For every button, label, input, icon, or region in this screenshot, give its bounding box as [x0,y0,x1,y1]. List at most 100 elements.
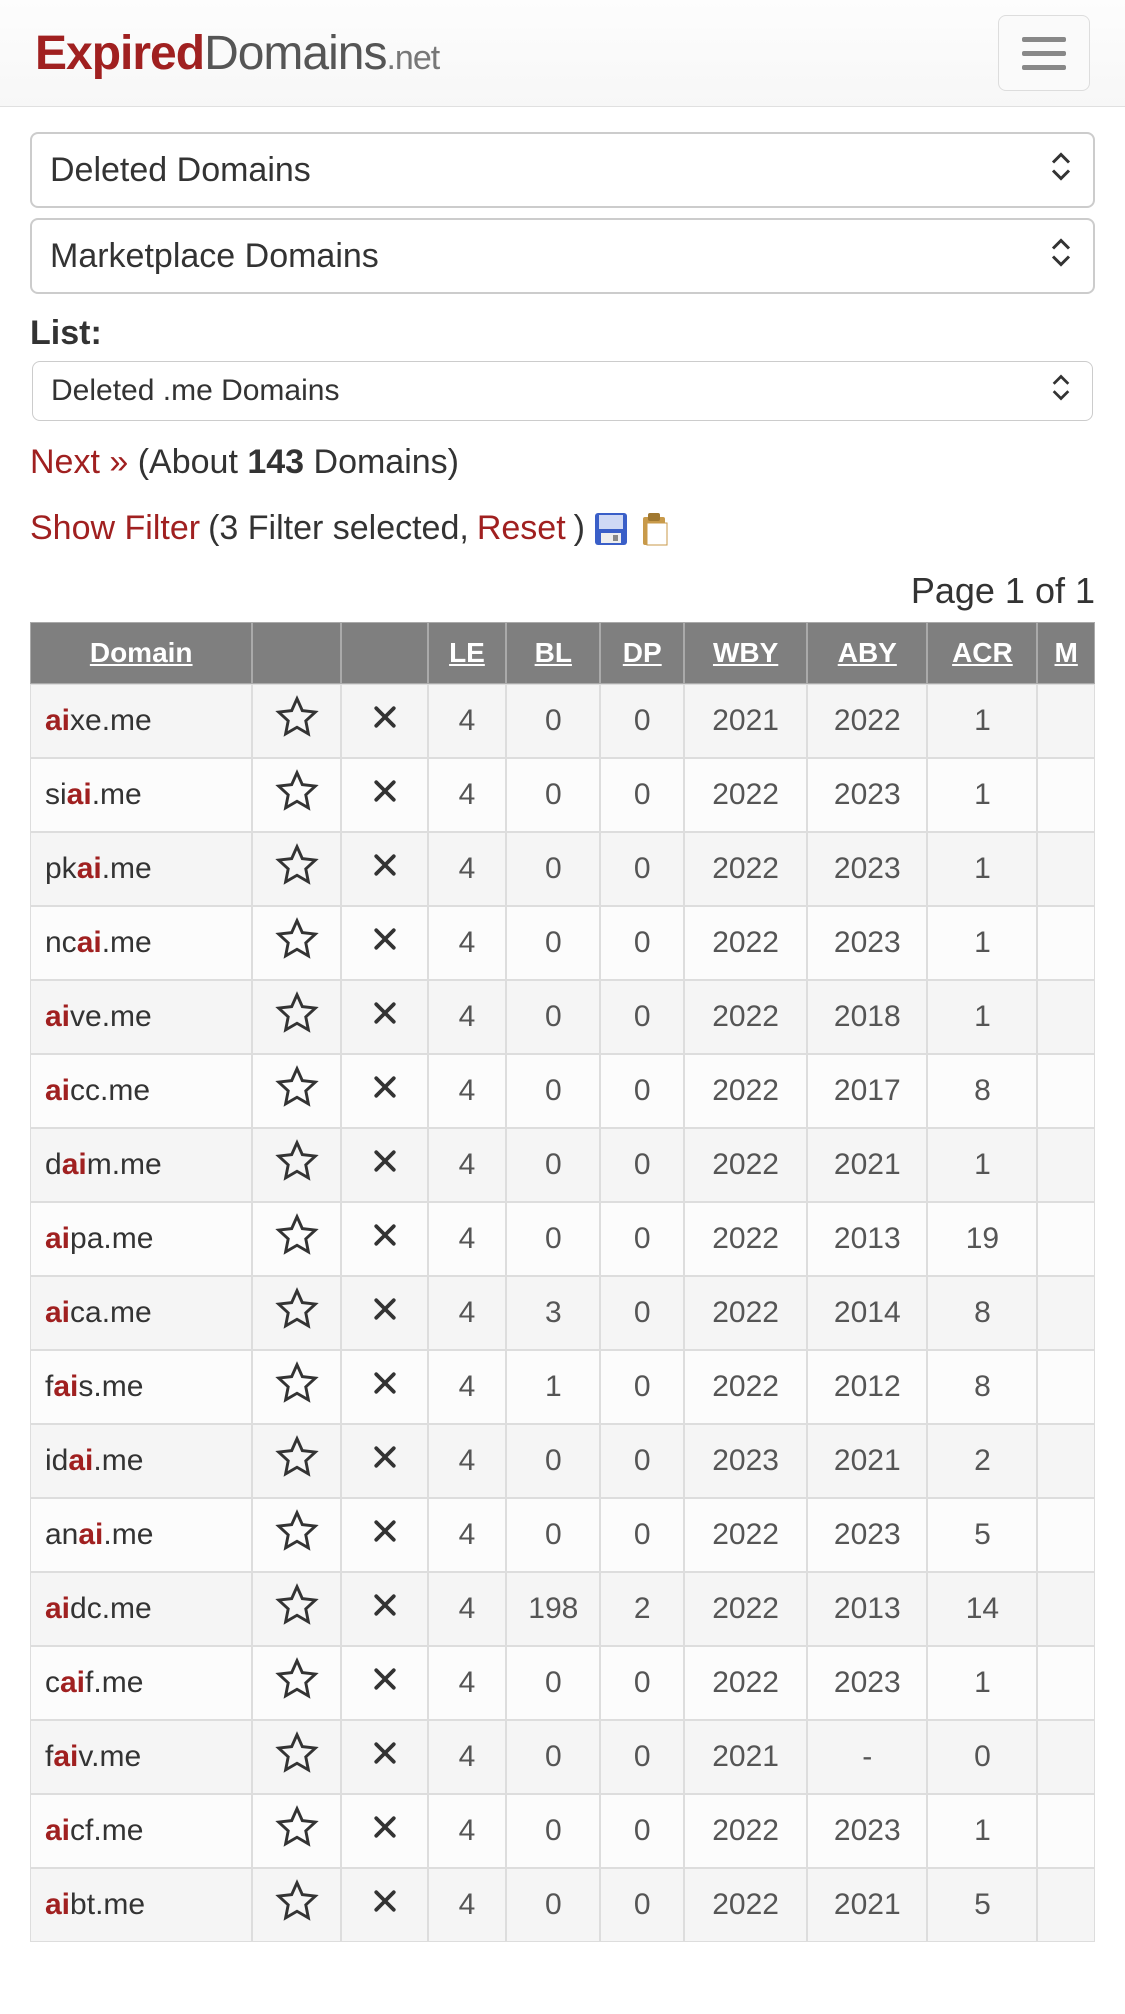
remove-x-button[interactable] [341,1572,427,1646]
remove-x-button[interactable] [341,1128,427,1202]
watchlist-star-button[interactable] [252,1350,341,1424]
domain-post: xe [70,704,102,737]
next-page-link[interactable]: Next » [30,443,128,481]
wby-cell: 2022 [684,1350,807,1424]
watchlist-star-button[interactable] [252,1498,341,1572]
domain-cell[interactable]: aicf.me [30,1794,252,1868]
save-disk-icon[interactable] [593,511,629,547]
watchlist-star-button[interactable] [252,980,341,1054]
remove-x-button[interactable] [341,1054,427,1128]
table-row: aixe.me400202120221 [30,684,1095,758]
domain-highlight: ai [67,778,92,811]
domain-tld: .me [103,1518,153,1551]
remove-x-button[interactable] [341,1646,427,1720]
domain-highlight: ai [45,1000,70,1033]
remove-x-button[interactable] [341,1498,427,1572]
hamburger-menu-button[interactable] [998,15,1090,91]
domain-cell[interactable]: idai.me [30,1424,252,1498]
domain-cell[interactable]: aibt.me [30,1868,252,1942]
col-header-le[interactable]: LE [428,622,507,684]
col-header-acr[interactable]: ACR [927,622,1037,684]
table-row: aidc.me419822022201314 [30,1572,1095,1646]
domain-cell[interactable]: anai.me [30,1498,252,1572]
table-row: idai.me400202320212 [30,1424,1095,1498]
watchlist-star-button[interactable] [252,1276,341,1350]
domain-post: pa [70,1222,103,1255]
remove-x-button[interactable] [341,906,427,980]
le-cell: 4 [428,1794,507,1868]
acr-cell: 8 [927,1054,1037,1128]
dp-cell: 0 [600,1054,684,1128]
domain-cell[interactable]: siai.me [30,758,252,832]
domain-tld: .me [93,1444,143,1477]
list-select[interactable]: Deleted .me Domains [32,361,1093,421]
remove-x-button[interactable] [341,1350,427,1424]
mm-cell [1037,1350,1095,1424]
show-filter-link[interactable]: Show Filter [30,509,200,548]
domain-cell[interactable]: faiv.me [30,1720,252,1794]
domain-cell[interactable]: caif.me [30,1646,252,1720]
domain-cell[interactable]: aidc.me [30,1572,252,1646]
bl-cell: 0 [506,684,600,758]
mm-cell [1037,980,1095,1054]
acr-cell: 1 [927,684,1037,758]
aby-cell: 2021 [807,1868,927,1942]
remove-x-button[interactable] [341,832,427,906]
col-header-bl[interactable]: BL [506,622,600,684]
clipboard-icon[interactable] [637,511,673,547]
domain-cell[interactable]: aixe.me [30,684,252,758]
remove-x-button[interactable] [341,1202,427,1276]
domain-cell[interactable]: ncai.me [30,906,252,980]
domain-cell[interactable]: aicc.me [30,1054,252,1128]
col-header-domain[interactable]: Domain [30,622,252,684]
domain-cell[interactable]: aica.me [30,1276,252,1350]
watchlist-star-button[interactable] [252,1868,341,1942]
remove-x-button[interactable] [341,684,427,758]
domain-cell[interactable]: aive.me [30,980,252,1054]
watchlist-star-button[interactable] [252,906,341,980]
watchlist-star-button[interactable] [252,1720,341,1794]
remove-x-button[interactable] [341,1868,427,1942]
col-header-mm[interactable]: M [1037,622,1095,684]
table-row: fais.me410202220128 [30,1350,1095,1424]
watchlist-star-button[interactable] [252,1128,341,1202]
remove-x-button[interactable] [341,1276,427,1350]
domain-highlight: ai [53,1370,78,1403]
remove-x-button[interactable] [341,1720,427,1794]
domain-tld: .me [102,1296,152,1329]
marketplace-domains-select[interactable]: Marketplace Domains [30,218,1095,294]
watchlist-star-button[interactable] [252,832,341,906]
domain-cell[interactable]: pkai.me [30,832,252,906]
wby-cell: 2022 [684,832,807,906]
dp-cell: 0 [600,1350,684,1424]
remove-x-button[interactable] [341,1424,427,1498]
remove-x-button[interactable] [341,758,427,832]
watchlist-star-button[interactable] [252,1202,341,1276]
le-cell: 4 [428,980,507,1054]
col-header-star [252,622,341,684]
domain-pre: d [45,1148,62,1181]
domain-cell[interactable]: fais.me [30,1350,252,1424]
watchlist-star-button[interactable] [252,684,341,758]
deleted-domains-select[interactable]: Deleted Domains [30,132,1095,208]
remove-x-button[interactable] [341,980,427,1054]
aby-cell: 2021 [807,1128,927,1202]
col-header-wby[interactable]: WBY [684,622,807,684]
page-indicator: Page 1 of 1 [30,570,1095,612]
le-cell: 4 [428,1128,507,1202]
watchlist-star-button[interactable] [252,1794,341,1868]
watchlist-star-button[interactable] [252,758,341,832]
col-header-dp[interactable]: DP [600,622,684,684]
watchlist-star-button[interactable] [252,1424,341,1498]
acr-cell: 1 [927,980,1037,1054]
remove-x-button[interactable] [341,1794,427,1868]
acr-cell: 1 [927,906,1037,980]
watchlist-star-button[interactable] [252,1572,341,1646]
domain-cell[interactable]: daim.me [30,1128,252,1202]
watchlist-star-button[interactable] [252,1054,341,1128]
domain-cell[interactable]: aipa.me [30,1202,252,1276]
reset-filter-link[interactable]: Reset [477,509,566,548]
watchlist-star-button[interactable] [252,1646,341,1720]
site-logo[interactable]: ExpiredDomains.net [35,26,439,81]
col-header-aby[interactable]: ABY [807,622,927,684]
